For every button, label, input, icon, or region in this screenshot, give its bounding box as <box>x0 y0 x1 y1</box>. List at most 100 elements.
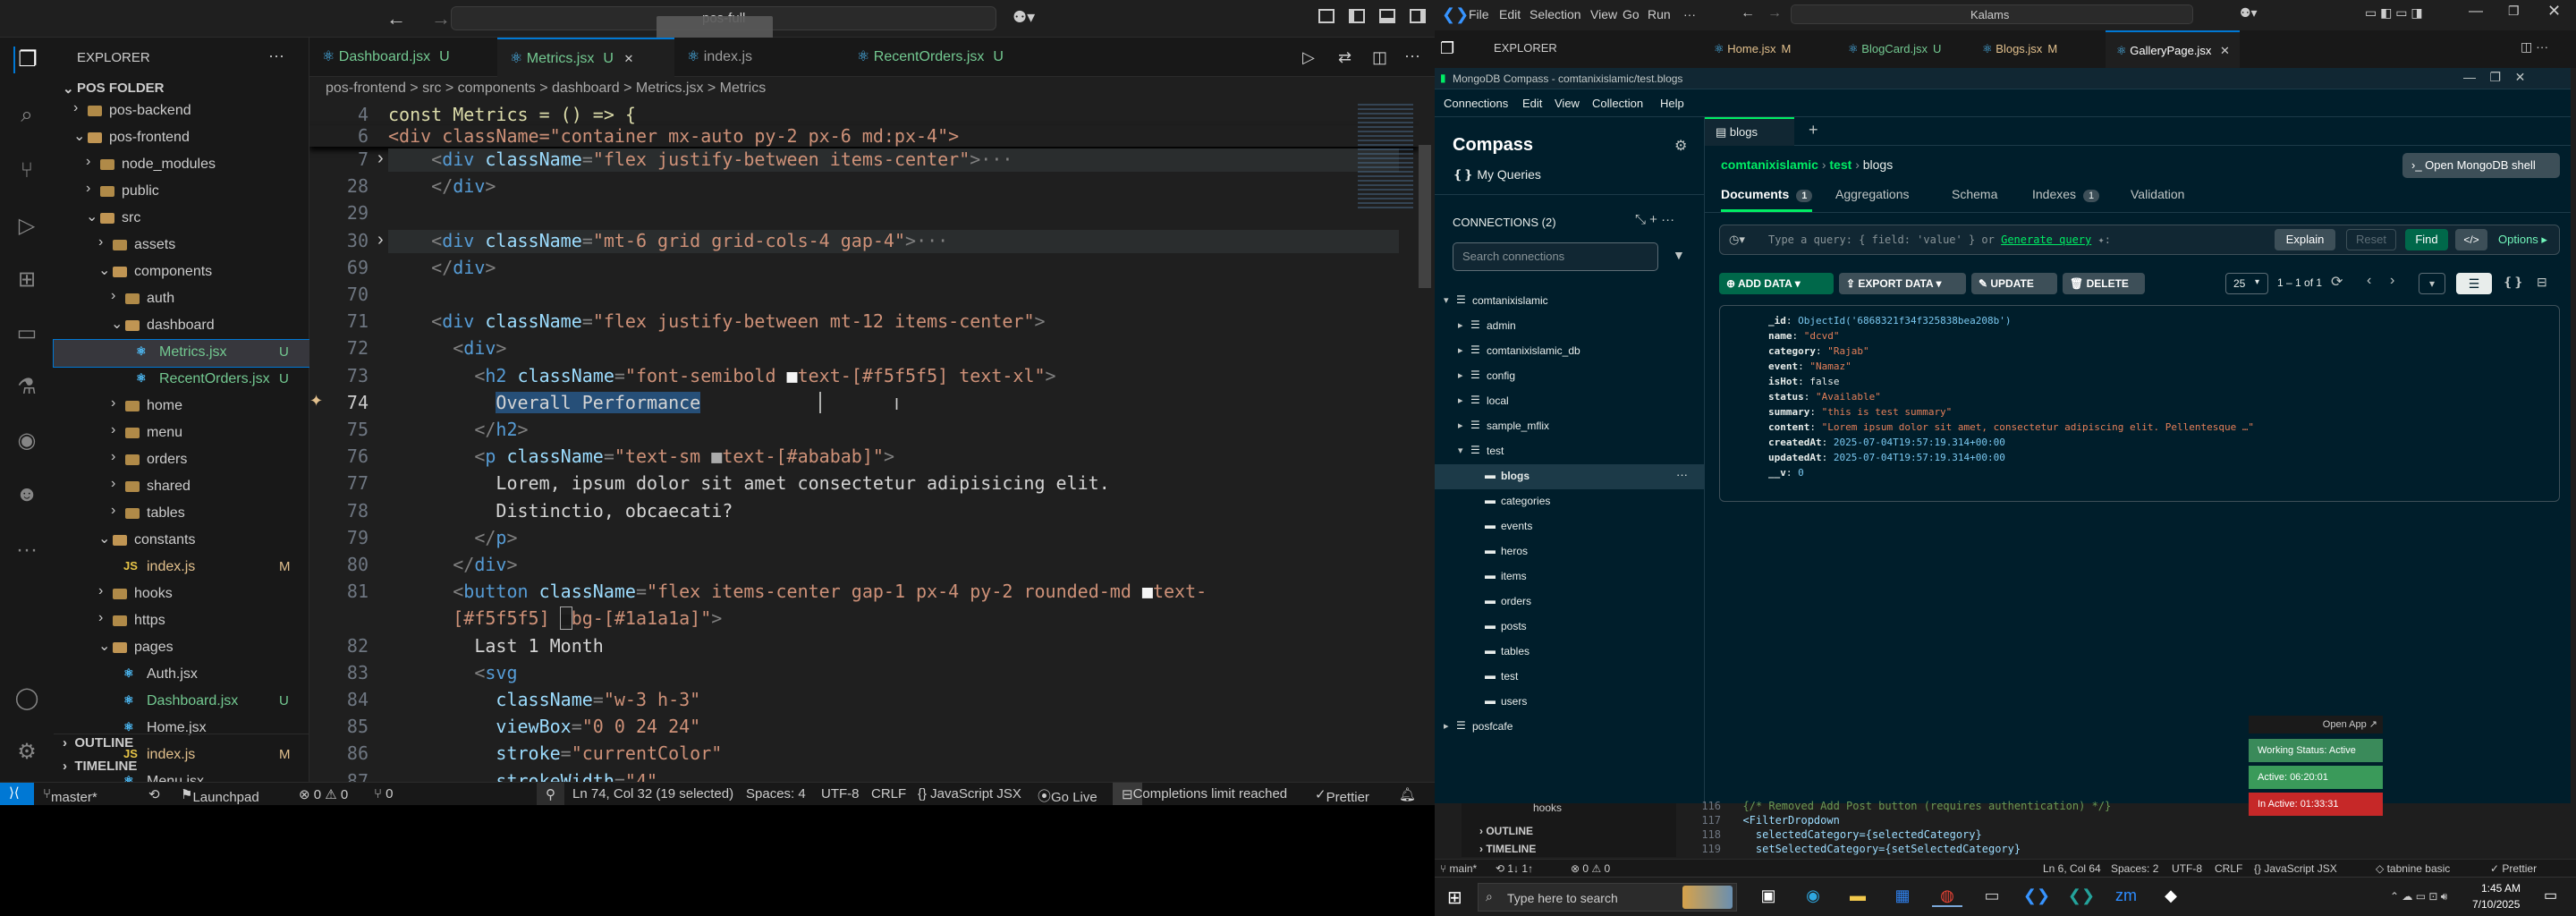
zoom-icon[interactable]: ⚲ <box>537 783 564 805</box>
settings-gear-icon[interactable]: ⚙ <box>13 739 40 766</box>
toggle-secondary-sidebar-icon[interactable] <box>1410 9 1426 23</box>
collection-item[interactable]: ▬ items <box>1435 564 1705 589</box>
tab-close-icon[interactable]: ✕ <box>621 52 634 65</box>
refresh-icon[interactable]: ⟳ <box>2331 273 2343 291</box>
folder-item[interactable]: ⌄ pages <box>54 635 309 662</box>
compass-menu-item[interactable]: Connections <box>1444 97 1508 110</box>
folder-item[interactable]: › home <box>54 394 309 420</box>
right-editor-tab[interactable]: ⚛ BlogCard.jsx U <box>1837 30 1971 68</box>
indentation-status[interactable]: Spaces: 4 <box>746 786 806 802</box>
fold-chevron-icon[interactable]: › <box>377 148 384 169</box>
right-prettier[interactable]: ✓ Prettier <box>2490 862 2537 875</box>
minimize-button[interactable]: — <box>2469 4 2483 20</box>
windows-start-icon[interactable]: ⊞ <box>1447 886 1462 909</box>
find-button[interactable]: Find <box>2405 229 2448 250</box>
right-command-search[interactable]: Kalams <box>1791 4 2193 24</box>
update-button[interactable]: ✎ UPDATE <box>1971 273 2057 294</box>
document-field[interactable]: name: "dcvd" <box>1768 330 1840 342</box>
document-field[interactable]: category: "Rajab" <box>1768 345 1869 357</box>
collection-item[interactable]: ▬ orders <box>1435 589 1705 615</box>
notification-center-icon[interactable]: ▭ <box>2544 886 2557 904</box>
menu-item[interactable]: View <box>1590 7 1617 21</box>
sync-icon[interactable]: ⟲ <box>148 786 160 802</box>
workspace-folder-title[interactable]: POS FOLDER <box>77 81 165 96</box>
right-tabnine[interactable]: ◇ tabnine basic <box>2376 862 2450 875</box>
folder-item[interactable]: › shared <box>54 474 309 501</box>
next-page-icon[interactable]: › <box>2390 273 2394 289</box>
list-view-icon[interactable]: ☰ <box>2456 273 2492 294</box>
file-item[interactable]: ⚛ Metrics.jsx U <box>53 339 310 368</box>
compass-menu-item[interactable]: View <box>1555 97 1580 110</box>
query-bar[interactable]: ◷▾ Type a query: { field: 'value' } or G… <box>1719 225 2560 255</box>
document-field[interactable]: content: "Lorem ipsum dolor sit amet, co… <box>1768 421 2254 433</box>
page-size-select[interactable]: 25 ▾ <box>2225 273 2268 294</box>
right-timeline-section[interactable]: › TIMELINE <box>1479 843 1536 855</box>
my-queries-link[interactable]: ❴❵ My Queries <box>1453 167 1541 182</box>
remote-explorer-icon[interactable]: ▭ <box>13 320 40 347</box>
run-debug-icon[interactable]: ▷ <box>13 213 40 240</box>
folder-item[interactable]: › pos-backend <box>54 98 309 125</box>
tab-close-icon[interactable]: ✕ <box>2216 44 2230 57</box>
right-problems[interactable]: ⊗ 0 ⚠ 0 <box>1571 862 1610 875</box>
source-control-icon[interactable]: ⑂ <box>13 157 40 184</box>
sticky-scroll-line[interactable]: 6 <div className="container mx-auto py-2 … <box>309 125 1419 147</box>
editor-more-icon[interactable]: ··· <box>1404 47 1420 65</box>
right-editor-tab[interactable]: ⚛ Blogs.jsx M <box>1971 30 2106 68</box>
crumb-database[interactable]: test <box>1829 157 1852 172</box>
folder-chevron-icon[interactable]: ⌄ <box>63 81 74 97</box>
branch-status[interactable]: ⑂ master* <box>43 786 97 805</box>
compass-menu-item[interactable]: Collection <box>1592 97 1643 110</box>
right-explorer-icon[interactable]: ❐ <box>1440 39 1454 58</box>
menu-item[interactable]: Selection <box>1530 7 1581 21</box>
minimap[interactable] <box>1358 104 1413 211</box>
delete-button[interactable]: 🗑︎ DELETE <box>2063 273 2145 294</box>
filter-icon[interactable]: ▼ <box>1673 248 1685 262</box>
connection-actions-icons[interactable]: ⤡ + ··· <box>1635 212 1674 227</box>
new-tab-button[interactable]: + <box>1809 121 1818 140</box>
database-item[interactable]: ▸ ☰ admin <box>1435 314 1705 339</box>
collection-item[interactable]: ▬ posts <box>1435 615 1705 640</box>
toggle-panel-icon[interactable] <box>1379 9 1395 23</box>
copilot-icon[interactable]: ⚉▾ <box>1013 8 1035 27</box>
add-data-button[interactable]: ⊕ ADD DATA ▾ <box>1719 273 1834 294</box>
folder-item[interactable]: › hooks <box>54 581 309 608</box>
collection-subtab[interactable]: Validation <box>2131 187 2184 212</box>
json-view-icon[interactable]: ❴❵ <box>2503 275 2523 290</box>
app-icon[interactable]: ◆ <box>2156 886 2186 905</box>
right-split-icon[interactable]: ◫ ··· <box>2521 39 2548 55</box>
compass-menu-item[interactable]: Edit <box>1522 97 1542 110</box>
encoding-status[interactable]: UTF-8 <box>821 786 860 802</box>
menu-item[interactable]: Edit <box>1499 7 1521 21</box>
folder-item[interactable]: › tables <box>54 501 309 528</box>
right-spaces[interactable]: Spaces: 2 <box>2111 862 2158 875</box>
database-item[interactable]: ▸ ☰ local <box>1435 389 1705 414</box>
database-item[interactable]: ▸ ☰ comtanixislamic_db <box>1435 339 1705 364</box>
run-icon[interactable]: ▷ <box>1302 48 1315 67</box>
database-item[interactable]: ▾ ☰ test <box>1435 439 1705 464</box>
document-field[interactable]: createdAt: 2025-07-04T19:57:19.314+00:00 <box>1768 437 2005 448</box>
explorer-icon[interactable]: ❐ <box>13 47 40 73</box>
notifications-icon[interactable]: 🔔︎ <box>1399 786 1416 802</box>
folder-item[interactable]: › public <box>54 179 309 206</box>
clock-date[interactable]: 7/10/2025 <box>2472 898 2520 911</box>
file-explorer-icon[interactable]: ▬ <box>1843 886 1873 905</box>
fold-chevron-icon[interactable]: › <box>377 230 384 250</box>
document-field[interactable]: updatedAt: 2025-07-04T19:57:19.314+00:00 <box>1768 452 2005 463</box>
collection-item[interactable]: ▬ users <box>1435 690 1705 715</box>
remote-indicator[interactable]: ⟩⟨ <box>0 783 34 805</box>
generate-query-link[interactable]: Generate query <box>2001 233 2091 246</box>
code-editor[interactable]: 4 const Metrics = () => {6 <div className=… <box>309 104 1419 805</box>
menu-item[interactable]: Go <box>1623 7 1640 21</box>
compass-window-controls[interactable]: — ❐ ✕ <box>2463 70 2525 85</box>
folder-item[interactable]: ⌄ src <box>54 206 309 233</box>
right-sync[interactable]: ⟲ 1↓ 1↑ <box>1496 862 1533 875</box>
eol-status[interactable]: CRLF <box>871 786 906 802</box>
account-icon[interactable]: ◯ <box>13 685 40 712</box>
edge-icon[interactable]: ◉ <box>1798 886 1828 905</box>
options-toggle[interactable]: Options ▸ <box>2498 233 2547 247</box>
right-copilot-icon[interactable]: ⚉▾ <box>2240 5 2258 21</box>
terminal-icon[interactable]: ▭ <box>1977 886 2007 905</box>
document-field[interactable]: __v: 0 <box>1768 467 1804 479</box>
document-field[interactable]: _id: ObjectId('6868321f34f325838bea208b'… <box>1768 315 2012 327</box>
folder-item[interactable]: › https <box>54 608 309 635</box>
